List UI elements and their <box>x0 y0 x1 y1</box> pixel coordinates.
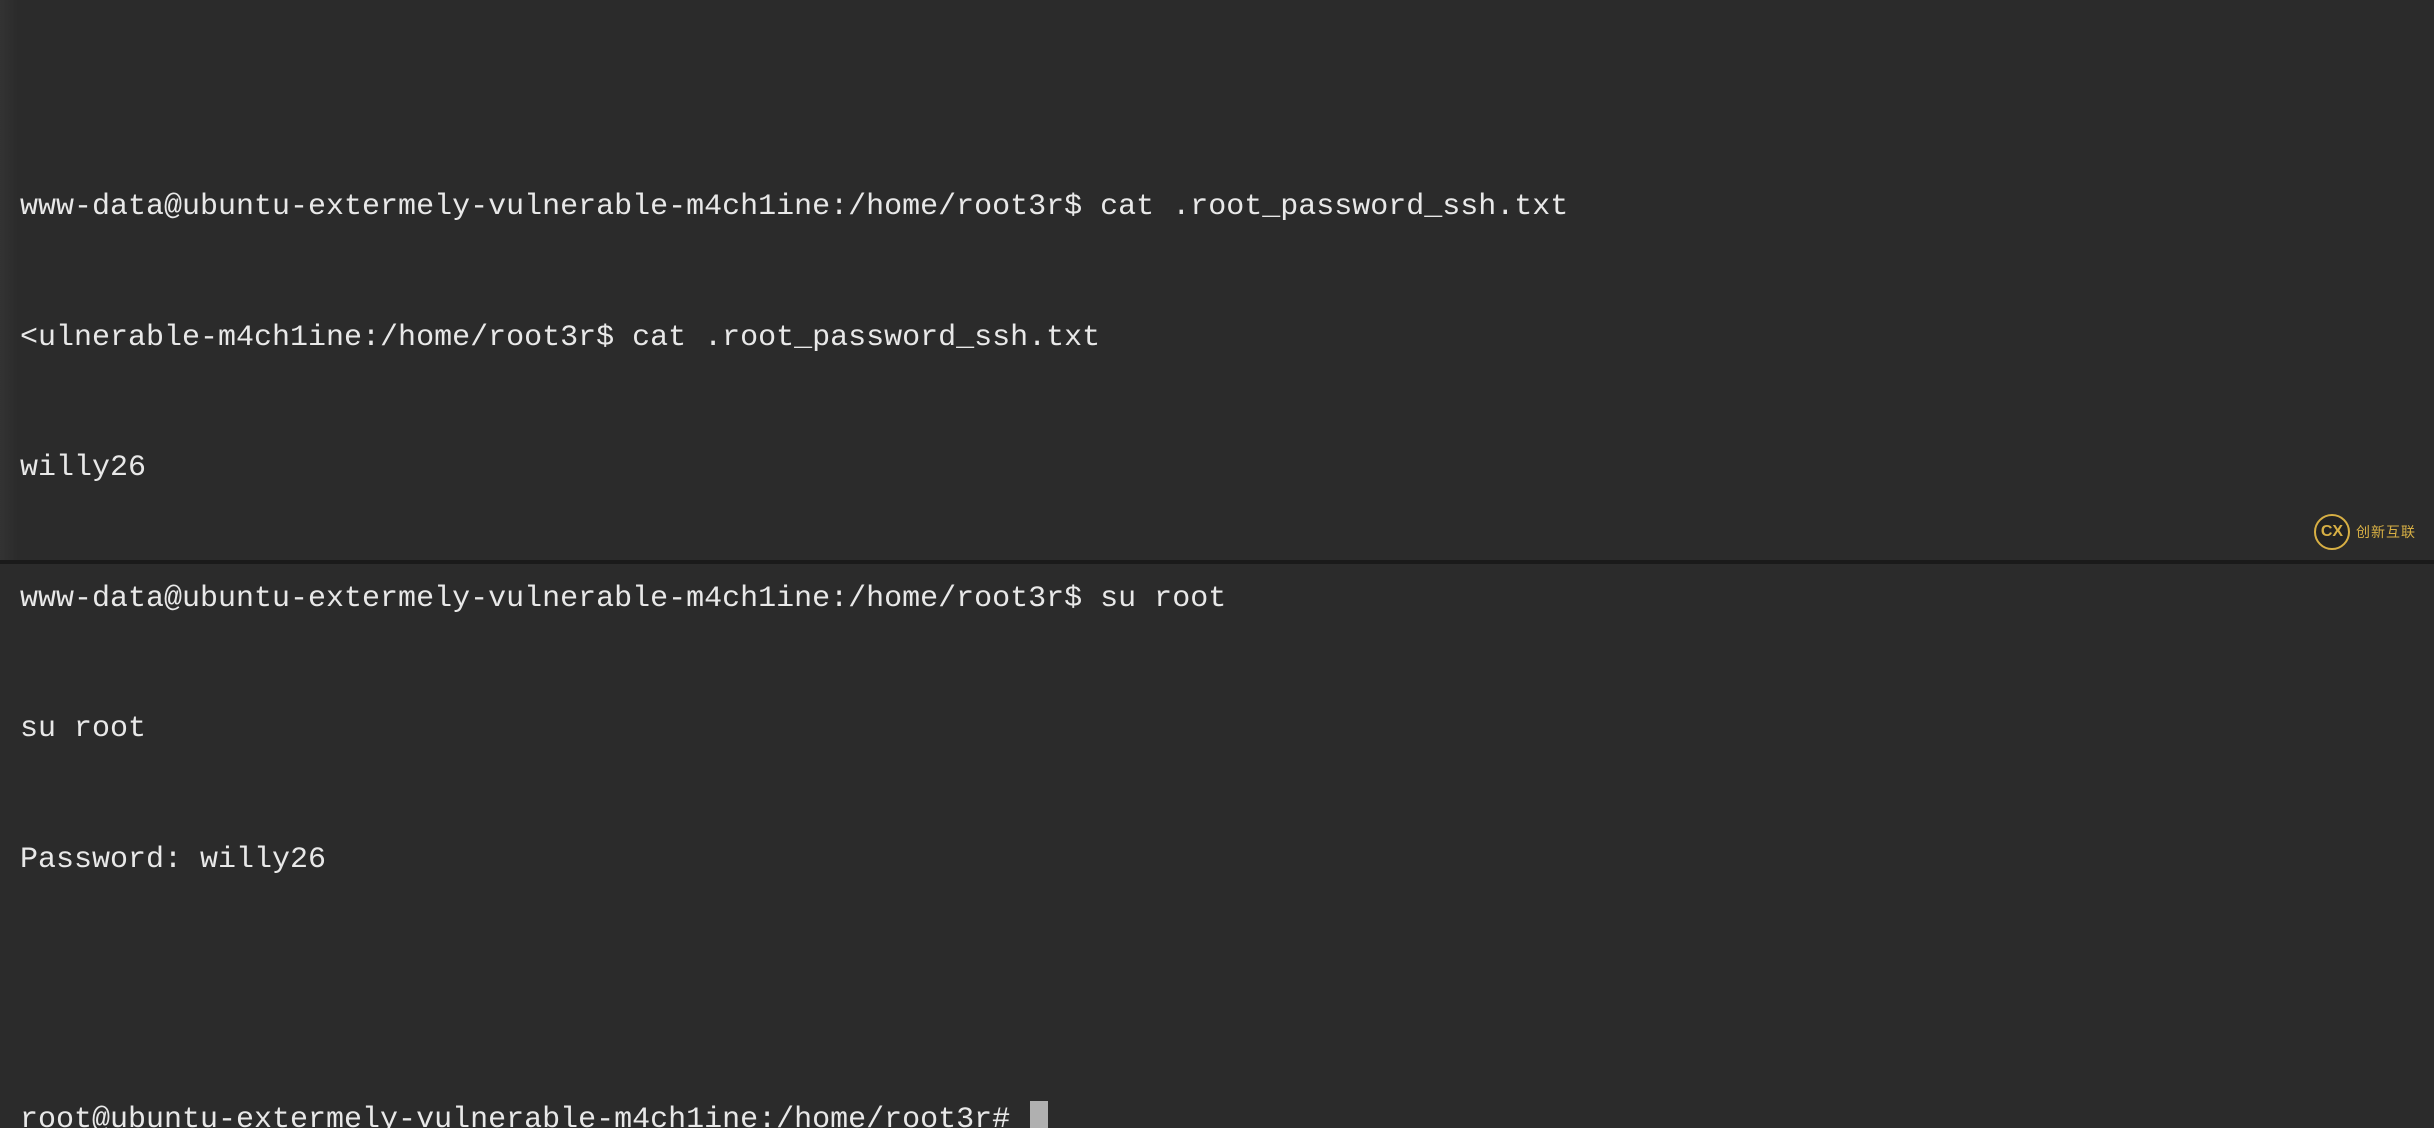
terminal-line: www-data@ubuntu-extermely-vulnerable-m4c… <box>20 578 2414 622</box>
terminal-output[interactable]: -rw-r--r-- 1 root root 4 Nov 1 14:41 tes… <box>20 0 2414 1128</box>
watermark-logo-icon: CX <box>2314 514 2350 550</box>
partial-line-text: -rw-r--r-- 1 root root 4 Nov 1 14:41 tes… <box>92 87 1262 99</box>
partial-scrolled-line: -rw-r--r-- 1 root root 4 Nov 1 14:41 tes… <box>20 87 2414 99</box>
blank-line <box>20 969 2414 1012</box>
watermark-icon-text: CX <box>2321 520 2343 543</box>
cursor-block[interactable] <box>1030 1101 1048 1128</box>
window-bottom-edge <box>0 560 2434 564</box>
terminal-line: su root <box>20 708 2414 752</box>
terminal-line: Password: willy26 <box>20 839 2414 883</box>
prompt-text: root@ubuntu-extermely-vulnerable-m4ch1in… <box>20 1103 1028 1128</box>
terminal-line: willy26 <box>20 447 2414 491</box>
window-left-edge <box>0 0 18 564</box>
terminal-prompt-line: root@ubuntu-extermely-vulnerable-m4ch1in… <box>20 1099 2414 1128</box>
terminal-line: www-data@ubuntu-extermely-vulnerable-m4c… <box>20 186 2414 230</box>
watermark-label: 创新互联 <box>2356 522 2416 542</box>
watermark: CX 创新互联 <box>2314 514 2416 550</box>
terminal-line: <ulnerable-m4ch1ine:/home/root3r$ cat .r… <box>20 317 2414 361</box>
